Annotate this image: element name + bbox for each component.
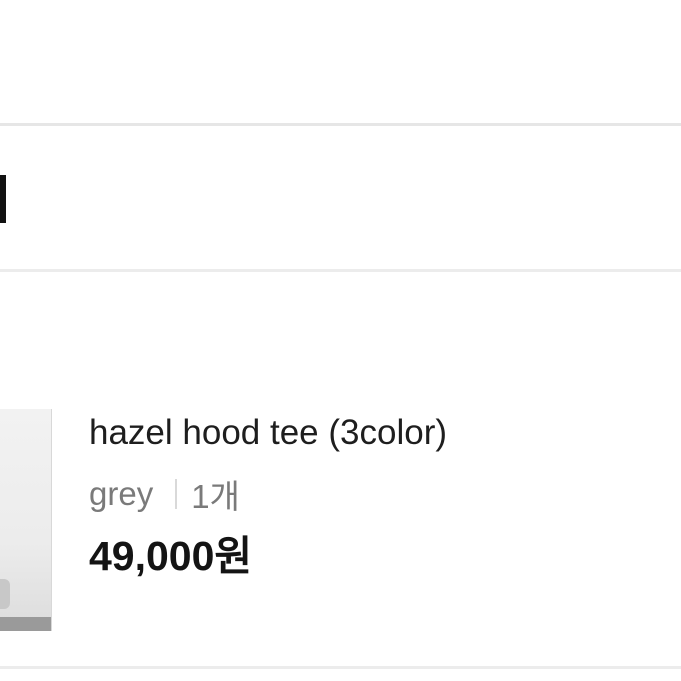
option-quantity: 1개 <box>191 478 240 515</box>
order-page: hazel hood tee (3color) grey 1개 49,000원 <box>0 0 681 681</box>
section-title-fragment <box>0 175 6 223</box>
option-color: grey <box>89 475 154 512</box>
top-blank-area <box>0 0 681 123</box>
thumbnail-detail <box>0 579 10 609</box>
product-thumbnail[interactable] <box>0 409 52 631</box>
product-name[interactable]: hazel hood tee (3color) <box>89 411 447 455</box>
option-row: grey 1개 <box>89 472 240 516</box>
divider <box>0 666 681 669</box>
thumbnail-shadow <box>0 617 51 631</box>
option-separator <box>175 479 178 509</box>
section-header <box>0 126 681 269</box>
product-price: 49,000원 <box>89 533 253 579</box>
order-item[interactable] <box>0 272 681 666</box>
